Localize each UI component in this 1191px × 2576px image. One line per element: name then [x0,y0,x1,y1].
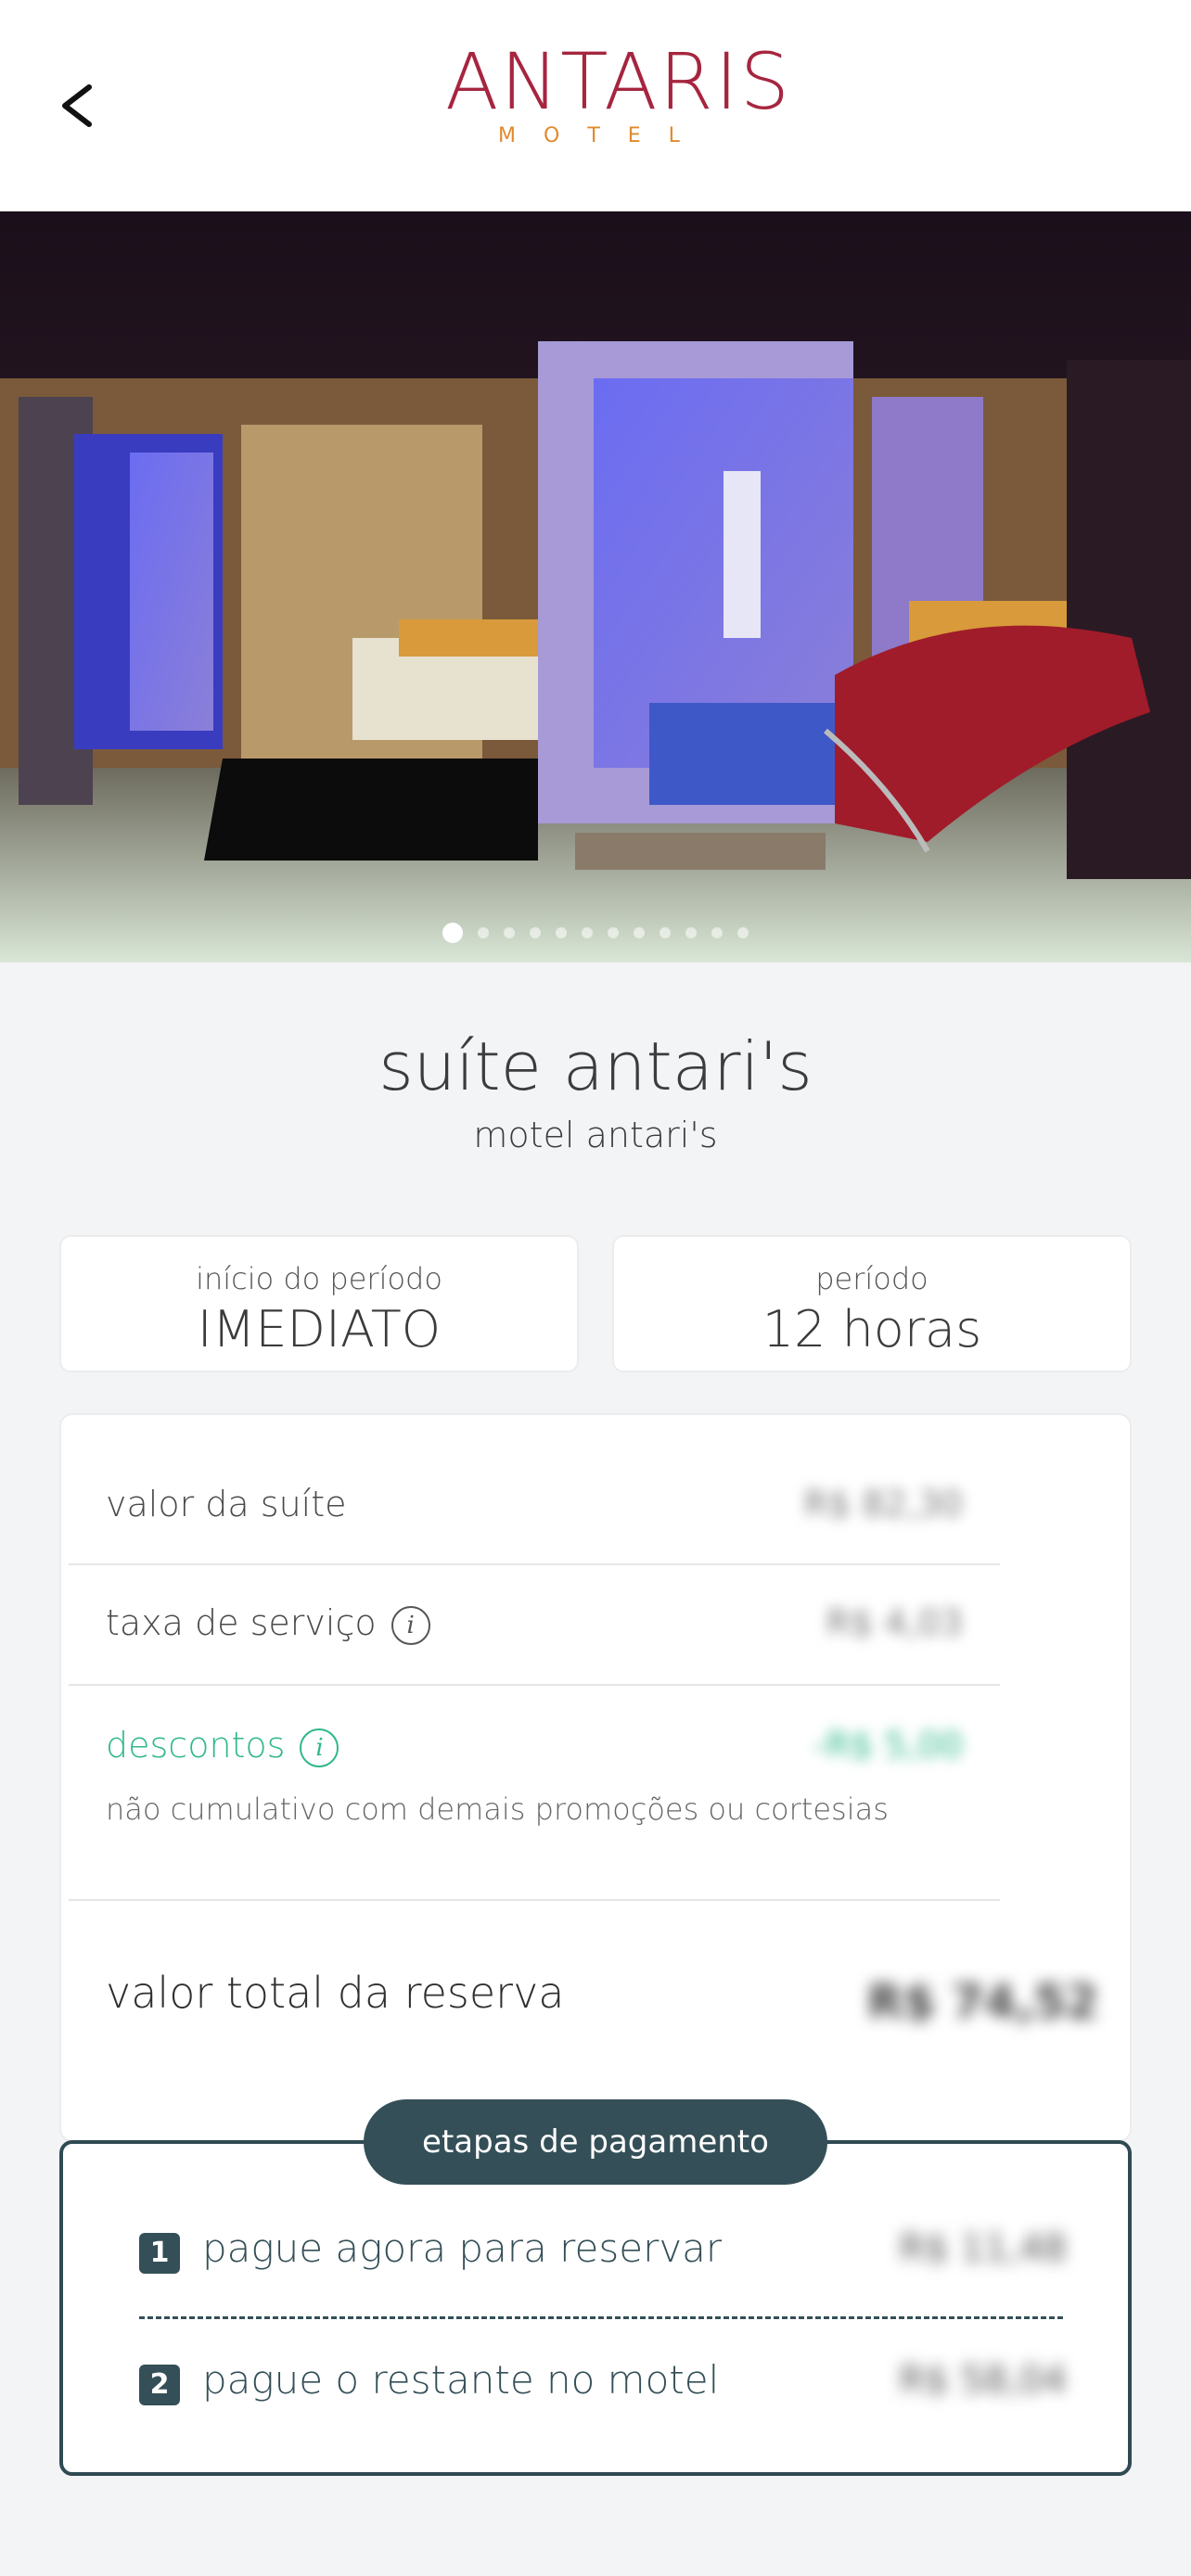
period-start-card: início do período IMEDIATO [59,1235,579,1372]
app-header: ANTARIS MOTEL [0,0,1191,211]
suite-photo-gallery[interactable] [0,211,1191,963]
suite-title: suíte antari's [378,1027,813,1105]
total-label: valor total da reserva [106,1968,565,2018]
discount-note: não cumulativo com demais promoções ou c… [106,1792,889,1827]
period-start-value: IMEDIATO [197,1300,442,1358]
period-card[interactable]: período 12 horas [612,1235,1132,1372]
gallery-dot[interactable] [711,927,723,938]
payment-step-1: 1 pague agora para reservar R$ 11,48 [139,2225,1067,2281]
service-fee-label: taxa de serviço [106,1602,377,1643]
discount-label: descontos [106,1725,286,1766]
gallery-dot[interactable] [442,923,463,943]
logo-sub-text: MOTEL [498,124,708,147]
gallery-dot[interactable] [660,927,671,938]
gallery-dot[interactable] [608,927,619,938]
step-amount: R$ 58,04 [899,2359,1067,2402]
payment-steps-box [59,2140,1132,2476]
period-value: 12 horas [762,1300,982,1358]
divider [69,1563,1000,1565]
gallery-dot[interactable] [504,927,515,938]
period-label: período [815,1261,928,1296]
period-start-label: início do período [196,1261,442,1296]
service-fee-info-icon[interactable]: i [391,1605,430,1645]
total-amount: R$ 74,52 [867,1975,1098,2029]
payment-steps-title: etapas de pagamento [364,2099,827,2185]
step-label: pague agora para reservar [202,2225,723,2271]
gallery-dot[interactable] [737,927,749,938]
suite-value-label: valor da suíte [106,1484,347,1524]
gallery-dot[interactable] [556,927,567,938]
suite-value-amount: R$ 82,30 [803,1484,963,1524]
motel-logo: ANTARIS MOTEL [445,36,792,161]
back-button[interactable] [45,63,111,148]
step-label: pague o restante no motel [202,2357,720,2403]
discount-info-icon[interactable]: i [300,1728,339,1767]
discount-amount: -R$ 5,00 [813,1725,963,1766]
gallery-dot[interactable] [685,927,697,938]
gallery-dot[interactable] [634,927,645,938]
service-fee-amount: R$ 4,03 [826,1602,963,1643]
divider [69,1899,1000,1901]
divider [69,1684,1000,1686]
gallery-pagination [0,923,1191,943]
discount-label-wrap: descontos i [106,1725,339,1767]
gallery-dot[interactable] [582,927,593,938]
step-number-badge: 1 [139,2233,180,2274]
chevron-left-icon [62,84,92,127]
gallery-dot[interactable] [478,927,489,938]
payment-step-2: 2 pague o restante no motel R$ 58,04 [139,2357,1067,2413]
service-fee-label-wrap: taxa de serviço i [106,1602,430,1645]
step-number-badge: 2 [139,2365,180,2405]
gallery-dot[interactable] [530,927,541,938]
suite-photo [0,211,1191,963]
step-amount: R$ 11,48 [899,2227,1067,2270]
motel-name: motel antari's [473,1115,718,1155]
logo-main-text: ANTARIS [445,36,792,127]
step-divider [139,2316,1063,2319]
